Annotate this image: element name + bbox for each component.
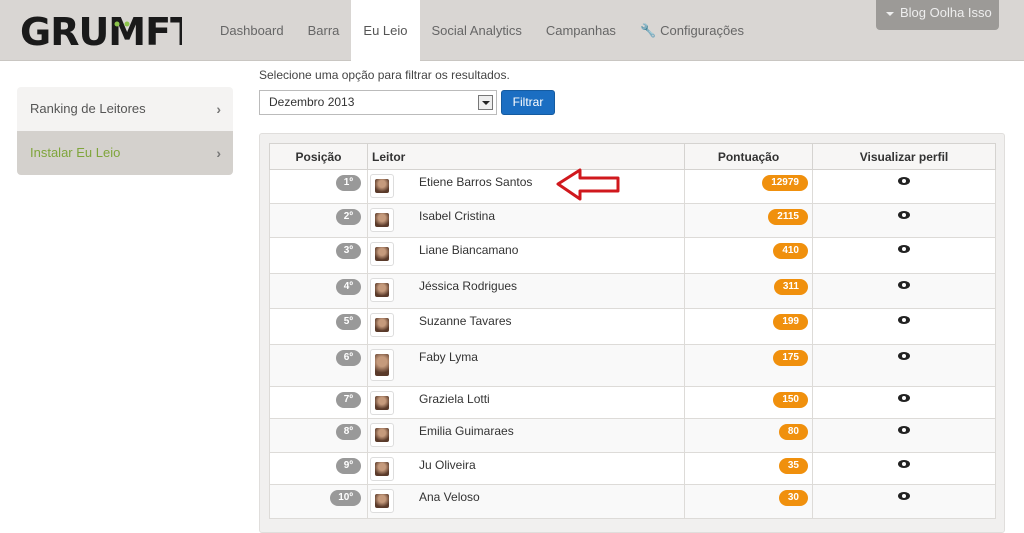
score-badge: 311: [773, 279, 808, 295]
blog-menu-button[interactable]: Blog Oolha Isso: [876, 0, 999, 30]
reader-name[interactable]: Faby Lyma: [419, 349, 478, 365]
avatar[interactable]: [370, 391, 394, 415]
reader-name[interactable]: Emilia Guimaraes: [419, 423, 514, 439]
filter-button[interactable]: Filtrar: [501, 90, 555, 115]
eye-icon[interactable]: [898, 492, 910, 500]
blog-menu-label: Blog Oolha Isso: [900, 5, 992, 20]
caret-down-icon: [886, 11, 894, 16]
table-row: 8º Emilia Guimaraes 80: [269, 418, 996, 453]
reader-name[interactable]: Jéssica Rodrigues: [419, 278, 517, 294]
avatar[interactable]: [370, 174, 394, 198]
top-navbar: GRUMFT Dashboard Barra Eu Leio Social An…: [0, 0, 1024, 62]
avatar[interactable]: [370, 423, 394, 447]
position-badge: 9º: [335, 458, 361, 474]
table-row: 2º Isabel Cristina 2115: [269, 203, 996, 238]
reader-name[interactable]: Suzanne Tavares: [419, 313, 512, 329]
score-badge: 410: [773, 243, 808, 259]
avatar[interactable]: [370, 242, 394, 266]
chevron-right-icon: ›: [216, 101, 221, 117]
table-row: 4º Jéssica Rodrigues 311: [269, 273, 996, 309]
table-row: 7º Graziela Lotti 150: [269, 386, 996, 419]
table-row: 9º Ju Oliveira 35: [269, 452, 996, 485]
table-row: 6º Faby Lyma 175: [269, 344, 996, 387]
eye-icon[interactable]: [898, 281, 910, 289]
table-row: 10º Ana Veloso 30: [269, 484, 996, 519]
sidebar-item-label: Ranking de Leitores: [30, 101, 146, 116]
header-visualizar-perfil: Visualizar perfil: [812, 143, 996, 170]
avatar[interactable]: [370, 208, 394, 232]
score-badge: 80: [778, 424, 808, 440]
score-badge: 30: [778, 490, 808, 506]
position-badge: 2º: [335, 209, 361, 225]
table-row: 1º Etiene Barros Santos 12979: [269, 169, 996, 204]
ranking-panel: Posição Leitor Pontuação Visualizar perf…: [259, 133, 1005, 533]
reader-name[interactable]: Graziela Lotti: [419, 391, 490, 407]
sidebar-item-label: Instalar Eu Leio: [30, 145, 121, 160]
red-arrow-icon: [556, 168, 620, 201]
nav-configuracoes[interactable]: 🔧 Configurações: [628, 0, 756, 61]
eye-icon[interactable]: [898, 211, 910, 219]
score-badge: 12979: [762, 175, 808, 191]
score-badge: 35: [778, 458, 808, 474]
score-badge: 2115: [768, 209, 808, 225]
nav-dashboard[interactable]: Dashboard: [208, 0, 296, 61]
month-select-value: Dezembro 2013: [269, 95, 355, 109]
score-badge: 175: [773, 350, 808, 366]
wrench-icon: 🔧: [639, 23, 657, 38]
position-badge: 10º: [330, 490, 361, 506]
table-row: 5º Suzanne Tavares 199: [269, 308, 996, 345]
svg-text:GRUMFT: GRUMFT: [20, 11, 182, 51]
reader-name[interactable]: Liane Biancamano: [419, 242, 518, 258]
month-select[interactable]: Dezembro 2013: [259, 90, 497, 115]
filter-label: Selecione uma opção para filtrar os resu…: [259, 68, 510, 82]
eye-icon[interactable]: [898, 460, 910, 468]
score-badge: 199: [773, 314, 808, 330]
position-badge: 3º: [335, 243, 361, 259]
avatar[interactable]: [370, 489, 394, 513]
grumft-logo-icon: GRUMFT: [20, 10, 197, 54]
dropdown-arrow-icon[interactable]: [478, 95, 493, 110]
sidebar: Ranking de Leitores › Instalar Eu Leio ›: [17, 87, 233, 175]
eye-icon[interactable]: [898, 316, 910, 324]
position-badge: 4º: [335, 279, 361, 295]
position-badge: 8º: [335, 424, 361, 440]
eye-icon[interactable]: [898, 394, 910, 402]
eye-icon[interactable]: [898, 352, 910, 360]
table-header-row: Posição Leitor Pontuação Visualizar perf…: [269, 143, 996, 170]
position-badge: 7º: [335, 392, 361, 408]
sidebar-item-ranking[interactable]: Ranking de Leitores ›: [17, 87, 233, 131]
sidebar-item-instalar[interactable]: Instalar Eu Leio ›: [17, 131, 233, 175]
reader-name[interactable]: Isabel Cristina: [419, 208, 495, 224]
position-badge: 1º: [335, 175, 361, 191]
eye-icon[interactable]: [898, 245, 910, 253]
nav-social-analytics[interactable]: Social Analytics: [420, 0, 534, 61]
nav-configuracoes-label: Configurações: [660, 23, 744, 38]
score-badge: 150: [773, 392, 808, 408]
nav-barra[interactable]: Barra: [296, 0, 352, 61]
nav-eu-leio[interactable]: Eu Leio: [351, 0, 420, 62]
reader-name[interactable]: Ana Veloso: [419, 489, 480, 505]
avatar[interactable]: [370, 457, 394, 481]
brand-logo[interactable]: GRUMFT: [20, 10, 197, 54]
reader-name[interactable]: Etiene Barros Santos: [419, 174, 532, 190]
header-pontuacao: Pontuação: [684, 143, 813, 170]
chevron-right-icon: ›: [216, 145, 221, 161]
position-badge: 6º: [335, 350, 361, 366]
main-nav: Dashboard Barra Eu Leio Social Analytics…: [208, 0, 756, 62]
nav-campanhas[interactable]: Campanhas: [534, 0, 628, 61]
eye-icon[interactable]: [898, 426, 910, 434]
table-row: 3º Liane Biancamano 410: [269, 237, 996, 274]
header-posicao: Posição: [269, 143, 368, 170]
ranking-table: Posição Leitor Pontuação Visualizar perf…: [269, 143, 996, 519]
avatar[interactable]: [370, 278, 394, 302]
position-badge: 5º: [335, 314, 361, 330]
avatar[interactable]: [370, 349, 394, 381]
avatar[interactable]: [370, 313, 394, 337]
reader-name[interactable]: Ju Oliveira: [419, 457, 476, 473]
header-leitor: Leitor: [367, 143, 685, 170]
eye-icon[interactable]: [898, 177, 910, 185]
